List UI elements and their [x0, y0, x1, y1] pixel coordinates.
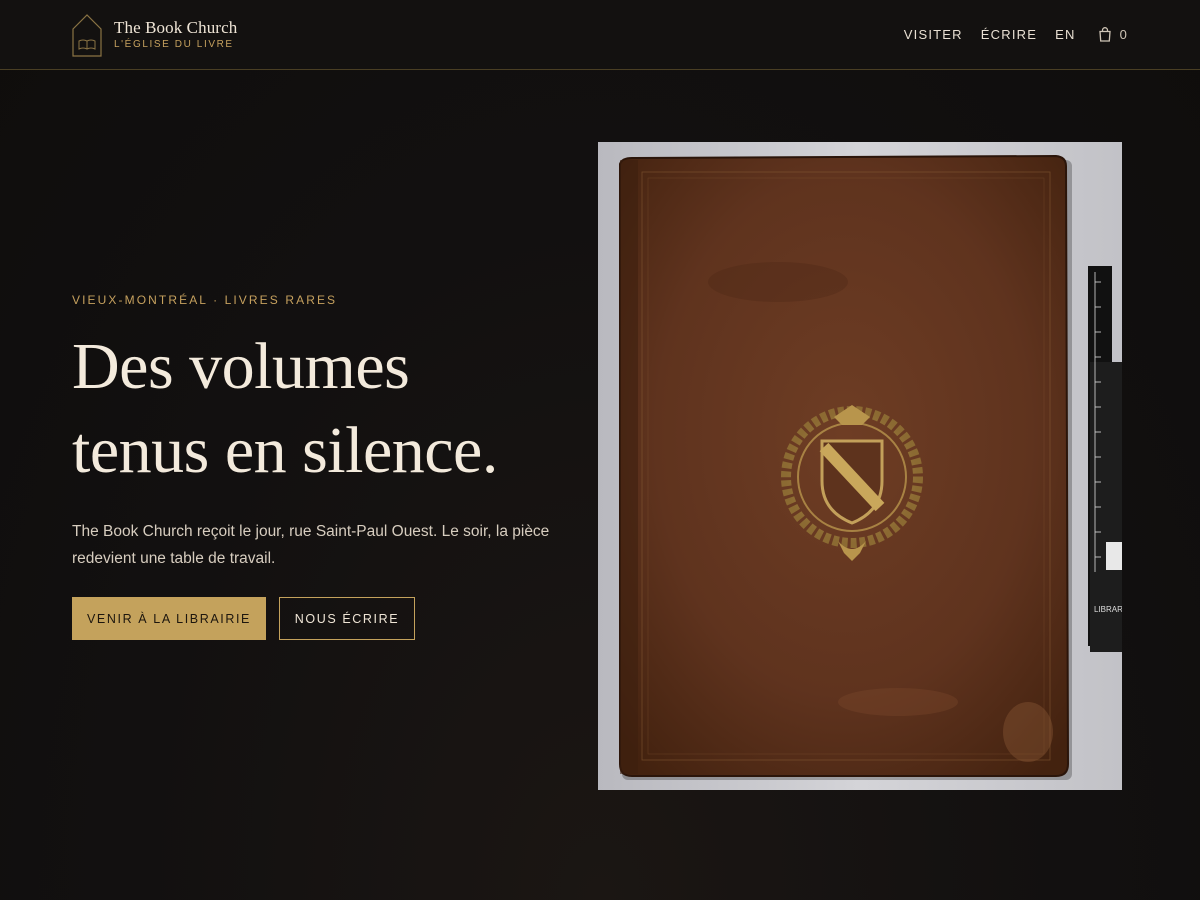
brand-subtitle: L'ÉGLISE DU LIVRE: [114, 38, 234, 50]
church-book-icon: [72, 13, 102, 57]
svg-text:LIBRAR: LIBRAR: [1094, 605, 1122, 614]
page: The Book Church L'ÉGLISE DU LIVRE VISITE…: [0, 0, 1200, 900]
hero-eyebrow: VIEUX-MONTRÉAL · LIVRES RARES: [72, 293, 338, 307]
hero-lead: The Book Church reçoit le jour, rue Sain…: [72, 523, 550, 567]
cart-count: 0: [1119, 26, 1128, 42]
leather-book-image: LIBRAR: [598, 142, 1122, 790]
hero-headline-line1: Des volumes: [72, 330, 410, 403]
nav-visiter[interactable]: VISITER: [904, 27, 963, 42]
write-to-us-button[interactable]: NOUS ÉCRIRE: [279, 597, 415, 640]
book-photo: LIBRAR: [598, 142, 1122, 790]
hero-headline: Des volumes tenus en silence.: [72, 325, 592, 493]
nav-ecrire[interactable]: ÉCRIRE: [981, 27, 1037, 42]
main-nav: VISITER ÉCRIRE EN 0: [904, 24, 1128, 44]
nav-language-toggle[interactable]: EN: [1055, 27, 1075, 42]
site-header: The Book Church L'ÉGLISE DU LIVRE VISITE…: [0, 0, 1200, 70]
brand-name: The Book Church: [114, 17, 238, 37]
hero-headline-line2: tenus en silence.: [72, 414, 498, 487]
visit-bookstore-button[interactable]: VENIR À LA LIBRAIRIE: [72, 597, 266, 640]
shopping-bag-icon: [1098, 26, 1111, 42]
cart-button[interactable]: 0: [1098, 27, 1128, 42]
brand[interactable]: The Book Church L'ÉGLISE DU LIVRE: [72, 13, 237, 57]
